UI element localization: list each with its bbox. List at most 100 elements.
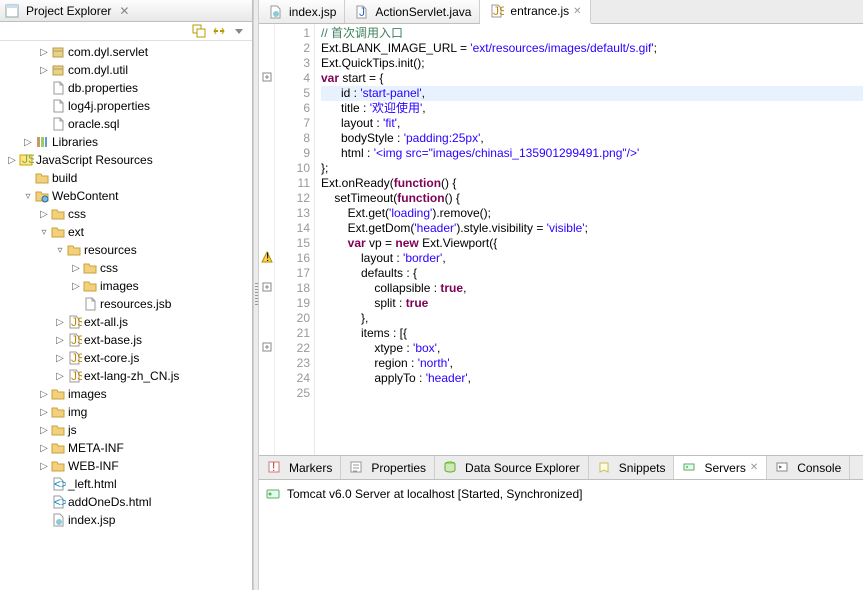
expand-icon[interactable]: ▿ bbox=[22, 191, 34, 202]
bottom-tab[interactable]: Data Source Explorer bbox=[435, 456, 589, 479]
expand-icon[interactable]: ▷ bbox=[22, 137, 34, 148]
code-line[interactable]: var vp = new Ext.Viewport({ bbox=[321, 236, 863, 251]
tree-item[interactable]: <>addOneDs.html bbox=[0, 493, 252, 511]
project-tree[interactable]: ▷com.dyl.servlet▷com.dyl.utildb.properti… bbox=[0, 41, 252, 590]
tree-item[interactable]: ▷img bbox=[0, 403, 252, 421]
expand-icon[interactable]: ▷ bbox=[38, 443, 50, 454]
code-line[interactable]: }, bbox=[321, 311, 863, 326]
expand-icon[interactable]: ▷ bbox=[54, 353, 66, 364]
editor-tab[interactable]: index.jsp bbox=[259, 0, 345, 23]
code-line[interactable]: layout : 'fit', bbox=[321, 116, 863, 131]
bottom-tab[interactable]: Snippets bbox=[589, 456, 675, 479]
editor-tab[interactable]: JActionServlet.java bbox=[345, 0, 480, 23]
expand-icon[interactable]: ▷ bbox=[54, 335, 66, 346]
line-number: 19 bbox=[275, 296, 310, 311]
code-line[interactable]: setTimeout(function() { bbox=[321, 191, 863, 206]
code-line[interactable]: title : '欢迎使用', bbox=[321, 101, 863, 116]
code-line[interactable]: }; bbox=[321, 161, 863, 176]
expand-icon[interactable]: ▷ bbox=[70, 281, 82, 292]
tree-item-label: ext-core.js bbox=[84, 351, 139, 365]
tree-item[interactable]: log4j.properties bbox=[0, 97, 252, 115]
editor-tab[interactable]: JSentrance.js✕ bbox=[480, 0, 590, 24]
code-line[interactable]: region : 'north', bbox=[321, 356, 863, 371]
line-number: 8 bbox=[275, 131, 310, 146]
tree-item[interactable]: resources.jsb bbox=[0, 295, 252, 313]
tree-item[interactable]: ▷com.dyl.util bbox=[0, 61, 252, 79]
bottom-tab[interactable]: Servers✕ bbox=[674, 456, 767, 479]
expand-icon[interactable]: ▿ bbox=[38, 227, 50, 238]
expand-icon[interactable]: ▷ bbox=[38, 425, 50, 436]
code-line[interactable]: Ext.onReady(function() { bbox=[321, 176, 863, 191]
close-icon[interactable]: ✕ bbox=[119, 4, 129, 18]
tree-item[interactable]: ▷JSJavaScript Resources bbox=[0, 151, 252, 169]
code-line[interactable]: Ext.BLANK_IMAGE_URL = 'ext/resources/ima… bbox=[321, 41, 863, 56]
bottom-tab[interactable]: !Markers bbox=[259, 456, 341, 479]
tree-item[interactable]: oracle.sql bbox=[0, 115, 252, 133]
file-icon bbox=[50, 80, 66, 96]
tree-item[interactable]: ▷css bbox=[0, 259, 252, 277]
tree-item[interactable]: ▷JSext-base.js bbox=[0, 331, 252, 349]
tree-item[interactable]: ▷JSext-lang-zh_CN.js bbox=[0, 367, 252, 385]
line-number: 14 bbox=[275, 221, 310, 236]
expand-icon[interactable]: ▷ bbox=[38, 407, 50, 418]
code-line[interactable]: Ext.QuickTips.init(); bbox=[321, 56, 863, 71]
bottom-tab[interactable]: Properties bbox=[341, 456, 435, 479]
tree-item[interactable]: ▷Libraries bbox=[0, 133, 252, 151]
view-menu-icon[interactable] bbox=[232, 24, 246, 38]
expand-icon[interactable]: ▷ bbox=[38, 209, 50, 220]
code-line[interactable]: collapsible : true, bbox=[321, 281, 863, 296]
expand-icon[interactable]: ▷ bbox=[54, 371, 66, 382]
code-line[interactable]: layout : 'border', bbox=[321, 251, 863, 266]
tree-item[interactable]: ▿ext bbox=[0, 223, 252, 241]
tree-item[interactable]: ▷JSext-all.js bbox=[0, 313, 252, 331]
expand-icon[interactable]: ▷ bbox=[6, 155, 18, 166]
expand-icon[interactable]: ▿ bbox=[54, 245, 66, 256]
tree-item[interactable]: ▷JSext-core.js bbox=[0, 349, 252, 367]
gutter-marker bbox=[259, 369, 274, 384]
tree-item[interactable]: ▷js bbox=[0, 421, 252, 439]
tree-item[interactable]: <>_left.html bbox=[0, 475, 252, 493]
code-line[interactable]: id : 'start-panel', bbox=[321, 86, 863, 101]
code-line[interactable]: defaults : { bbox=[321, 266, 863, 281]
tree-item[interactable]: build bbox=[0, 169, 252, 187]
code-line[interactable]: var start = { bbox=[321, 71, 863, 86]
tree-item[interactable]: ▷com.dyl.servlet bbox=[0, 43, 252, 61]
tree-item[interactable]: ▷WEB-INF bbox=[0, 457, 252, 475]
code-editor[interactable]: // 首次调用入口Ext.BLANK_IMAGE_URL = 'ext/reso… bbox=[315, 24, 863, 455]
expand-icon[interactable]: ▷ bbox=[70, 263, 82, 274]
bottom-tab-label: Data Source Explorer bbox=[465, 461, 580, 475]
tree-item[interactable]: ▷images bbox=[0, 277, 252, 295]
editor-panel: index.jspJActionServlet.javaJSentrance.j… bbox=[259, 0, 863, 590]
close-icon[interactable]: ✕ bbox=[750, 462, 758, 473]
code-line[interactable]: Ext.getDom('header').style.visibility = … bbox=[321, 221, 863, 236]
bottom-tab[interactable]: Console bbox=[767, 456, 850, 479]
project-explorer-tab[interactable]: Project Explorer ✕ bbox=[0, 0, 252, 22]
tree-item[interactable]: ▷images bbox=[0, 385, 252, 403]
code-line[interactable]: bodyStyle : 'padding:25px', bbox=[321, 131, 863, 146]
close-icon[interactable]: ✕ bbox=[573, 6, 581, 17]
code-line[interactable]: items : [{ bbox=[321, 326, 863, 341]
gutter-marker: ! bbox=[259, 249, 274, 264]
tree-item[interactable]: ▷META-INF bbox=[0, 439, 252, 457]
link-editor-icon[interactable] bbox=[212, 24, 226, 38]
code-line[interactable]: split : true bbox=[321, 296, 863, 311]
tree-item[interactable]: ▷css bbox=[0, 205, 252, 223]
expand-icon[interactable]: ▷ bbox=[38, 65, 50, 76]
code-line[interactable]: Ext.get('loading').remove(); bbox=[321, 206, 863, 221]
expand-icon[interactable]: ▷ bbox=[38, 389, 50, 400]
code-line[interactable]: html : '<img src="images/chinasi_1359012… bbox=[321, 146, 863, 161]
java-icon: J bbox=[353, 4, 369, 20]
expand-icon[interactable]: ▷ bbox=[54, 317, 66, 328]
html-icon: <> bbox=[50, 476, 66, 492]
expand-icon[interactable]: ▷ bbox=[38, 47, 50, 58]
server-row[interactable]: Tomcat v6.0 Server at localhost [Started… bbox=[265, 486, 857, 502]
code-line[interactable]: // 首次调用入口 bbox=[321, 26, 863, 41]
tree-item[interactable]: ▿resources bbox=[0, 241, 252, 259]
tree-item[interactable]: index.jsp bbox=[0, 511, 252, 529]
tree-item[interactable]: ▿WebContent bbox=[0, 187, 252, 205]
collapse-all-icon[interactable] bbox=[192, 24, 206, 38]
expand-icon[interactable]: ▷ bbox=[38, 461, 50, 472]
code-line[interactable]: xtype : 'box', bbox=[321, 341, 863, 356]
code-line[interactable]: applyTo : 'header', bbox=[321, 371, 863, 386]
tree-item[interactable]: db.properties bbox=[0, 79, 252, 97]
